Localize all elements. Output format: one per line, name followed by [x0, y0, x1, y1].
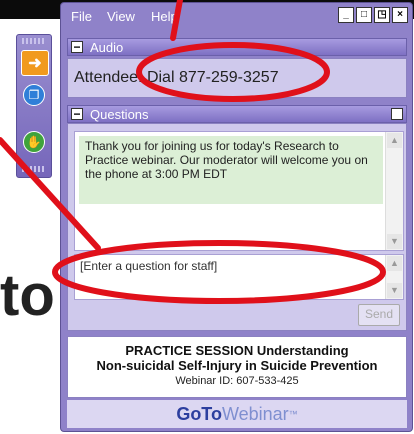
arrow-right-icon[interactable]: ➜	[21, 50, 49, 76]
welcome-message: Thank you for joining us for today's Res…	[79, 136, 383, 204]
session-title-line2: Non-suicidal Self-Injury in Suicide Prev…	[96, 358, 378, 373]
audio-panel: Attendee: Dial 877-259-3257	[67, 58, 407, 98]
menu-help[interactable]: Help	[151, 9, 178, 24]
collapse-icon[interactable]: −	[71, 108, 83, 120]
send-button[interactable]: Send	[358, 304, 400, 326]
collapse-icon[interactable]: −	[71, 41, 83, 53]
scroll-down-icon[interactable]: ▼	[387, 283, 402, 298]
strip-grip-top[interactable]	[22, 38, 46, 44]
questions-header[interactable]: − Questions ◳	[67, 105, 407, 123]
question-input-area[interactable]: ▲ ▼	[74, 254, 404, 300]
audio-info: Attendee: Dial 877-259-3257	[74, 69, 279, 86]
menu-view[interactable]: View	[107, 9, 135, 24]
scroll-up-icon[interactable]: ▲	[387, 256, 402, 271]
gotowebinar-logo: GoToWebinar™	[67, 400, 407, 428]
session-info: PRACTICE SESSION Understanding Non-suici…	[67, 336, 407, 398]
audio-header[interactable]: − Audio	[67, 38, 407, 56]
close-icon[interactable]: ×	[392, 7, 408, 23]
questions-panel: Thank you for joining us for today's Res…	[67, 123, 407, 331]
control-strip: ➜ ❐ ✋	[16, 34, 52, 178]
message-log[interactable]: Thank you for joining us for today's Res…	[74, 131, 404, 251]
menu-file[interactable]: File	[71, 9, 92, 24]
window-icon[interactable]: ❐	[21, 83, 47, 107]
popout-icon[interactable]: ◳	[391, 108, 403, 120]
session-title-line1: PRACTICE SESSION Understanding	[125, 343, 349, 358]
strip-grip-bottom[interactable]	[22, 166, 46, 172]
questions-title: Questions	[90, 107, 149, 122]
window-buttons: _ □ ◳ ×	[338, 7, 408, 23]
control-panel: File View Help _ □ ◳ × − Audio Attendee:…	[60, 2, 413, 432]
audio-title: Audio	[90, 40, 124, 55]
message-scrollbar[interactable]: ▲ ▼	[385, 132, 403, 250]
menu-bar: File View Help _ □ ◳ ×	[61, 3, 412, 29]
scroll-up-icon[interactable]: ▲	[387, 133, 402, 148]
input-scrollbar[interactable]: ▲ ▼	[385, 255, 403, 299]
minimize-icon[interactable]: _	[338, 7, 354, 23]
scroll-down-icon[interactable]: ▼	[387, 234, 402, 249]
raise-hand-icon[interactable]: ✋	[21, 130, 47, 154]
maximize-icon[interactable]: □	[356, 7, 372, 23]
webinar-id: Webinar ID: 607-533-425	[175, 375, 299, 387]
question-input[interactable]	[78, 258, 382, 274]
restore-icon[interactable]: ◳	[374, 7, 390, 23]
background-text: to	[0, 263, 55, 328]
